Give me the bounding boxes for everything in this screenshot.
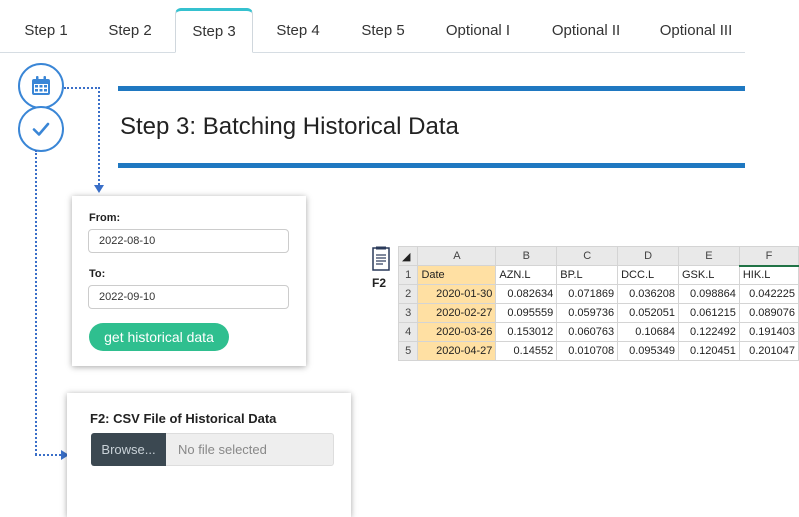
corner-cell: ◢ — [397, 246, 419, 266]
table-cell: 0.036208 — [617, 284, 679, 304]
table-cell: 0.082634 — [495, 284, 558, 304]
column-letter: B — [495, 246, 558, 266]
check-icon — [32, 122, 50, 136]
calendar-step-button[interactable] — [18, 63, 64, 109]
from-label: From: — [89, 212, 121, 224]
table-cell: 2020-01-30 — [417, 284, 497, 304]
from-date-input[interactable]: 2022-08-10 — [88, 229, 289, 253]
table-cell: 0.089076 — [738, 303, 799, 323]
connector-line — [35, 150, 37, 455]
table-cell: 0.14552 — [495, 341, 558, 361]
row-number: 2 — [397, 284, 419, 304]
row-number: 5 — [397, 341, 419, 361]
column-letter: D — [617, 246, 679, 266]
table-cell: 2020-03-26 — [417, 322, 497, 342]
column-header-row: ◢ A B C D E F — [397, 246, 799, 267]
tab-step-4[interactable]: Step 4 — [258, 8, 338, 53]
column-letter: E — [677, 246, 740, 266]
table-cell: 0.122492 — [677, 322, 740, 342]
tab-step-3[interactable]: Step 3 — [175, 8, 253, 53]
tab-optional-1[interactable]: Optional I — [430, 8, 526, 53]
table-cell: DCC.L — [617, 265, 679, 285]
connector-line — [64, 87, 100, 89]
table-cell: HIK.L — [738, 265, 799, 285]
document-icon — [372, 246, 390, 271]
table-row: 4 2020-03-26 0.153012 0.060763 0.10684 0… — [397, 322, 799, 342]
table-cell: 0.201047 — [738, 341, 799, 361]
table-cell: BP.L — [556, 265, 619, 285]
title-rule-top — [118, 86, 745, 91]
table-cell: 0.120451 — [677, 341, 740, 361]
connector-line — [98, 87, 100, 185]
csv-upload-card: F2: CSV File of Historical Data Browse..… — [67, 393, 351, 517]
table-cell: 0.060763 — [556, 322, 619, 342]
table-cell: 0.153012 — [495, 322, 558, 342]
tab-step-5[interactable]: Step 5 — [344, 8, 422, 53]
to-label: To: — [89, 268, 106, 280]
to-date-input[interactable]: 2022-09-10 — [88, 285, 289, 309]
connector-line — [35, 454, 61, 456]
table-cell: 0.061215 — [677, 303, 740, 323]
row-number: 3 — [397, 303, 419, 323]
row-number: 1 — [397, 265, 419, 285]
column-letter: A — [417, 246, 497, 266]
get-historical-data-button[interactable]: get historical data — [89, 323, 229, 351]
date-range-card: From: 2022-08-10 To: 2022-09-10 get hist… — [72, 196, 306, 366]
spreadsheet-preview: ◢ A B C D E F 1 Date AZN.L BP.L DCC.L GS… — [397, 246, 799, 361]
table-cell: 0.098864 — [677, 284, 740, 304]
row-number: 4 — [397, 322, 419, 342]
tab-step-1[interactable]: Step 1 — [8, 8, 84, 53]
table-cell: 0.095559 — [495, 303, 558, 323]
table-row: 2 2020-01-30 0.082634 0.071869 0.036208 … — [397, 284, 799, 304]
table-cell: 0.059736 — [556, 303, 619, 323]
table-cell: Date — [417, 265, 497, 285]
calendar-icon — [32, 76, 50, 95]
file-name-field[interactable]: No file selected — [166, 433, 334, 466]
table-cell: GSK.L — [677, 265, 740, 285]
title-rule-bottom — [118, 163, 745, 168]
table-cell: 0.10684 — [617, 322, 679, 342]
table-row: 3 2020-02-27 0.095559 0.059736 0.052051 … — [397, 303, 799, 323]
table-cell: 0.191403 — [738, 322, 799, 342]
table-cell: 0.042225 — [738, 284, 799, 304]
tab-optional-2[interactable]: Optional II — [538, 8, 634, 53]
browse-button[interactable]: Browse... — [91, 433, 166, 466]
tab-step-2[interactable]: Step 2 — [90, 8, 170, 53]
step-tabs: Step 1 Step 2 Step 3 Step 4 Step 5 Optio… — [0, 8, 745, 53]
table-cell: 0.052051 — [617, 303, 679, 323]
table-row: 5 2020-04-27 0.14552 0.010708 0.095349 0… — [397, 341, 799, 361]
connector-arrow — [94, 185, 104, 193]
column-letter: C — [556, 246, 619, 266]
check-step-button[interactable] — [18, 106, 64, 152]
table-cell: AZN.L — [495, 265, 558, 285]
csv-upload-title: F2: CSV File of Historical Data — [90, 411, 277, 426]
table-row: 1 Date AZN.L BP.L DCC.L GSK.L HIK.L — [397, 265, 799, 285]
tab-optional-3[interactable]: Optional III — [646, 8, 746, 53]
table-cell: 0.095349 — [617, 341, 679, 361]
table-cell: 2020-04-27 — [417, 341, 497, 361]
column-letter: F — [738, 246, 799, 267]
table-cell: 2020-02-27 — [417, 303, 497, 323]
page-title: Step 3: Batching Historical Data — [120, 113, 459, 140]
table-cell: 0.010708 — [556, 341, 619, 361]
file-label: F2 — [372, 276, 387, 290]
table-cell: 0.071869 — [556, 284, 619, 304]
